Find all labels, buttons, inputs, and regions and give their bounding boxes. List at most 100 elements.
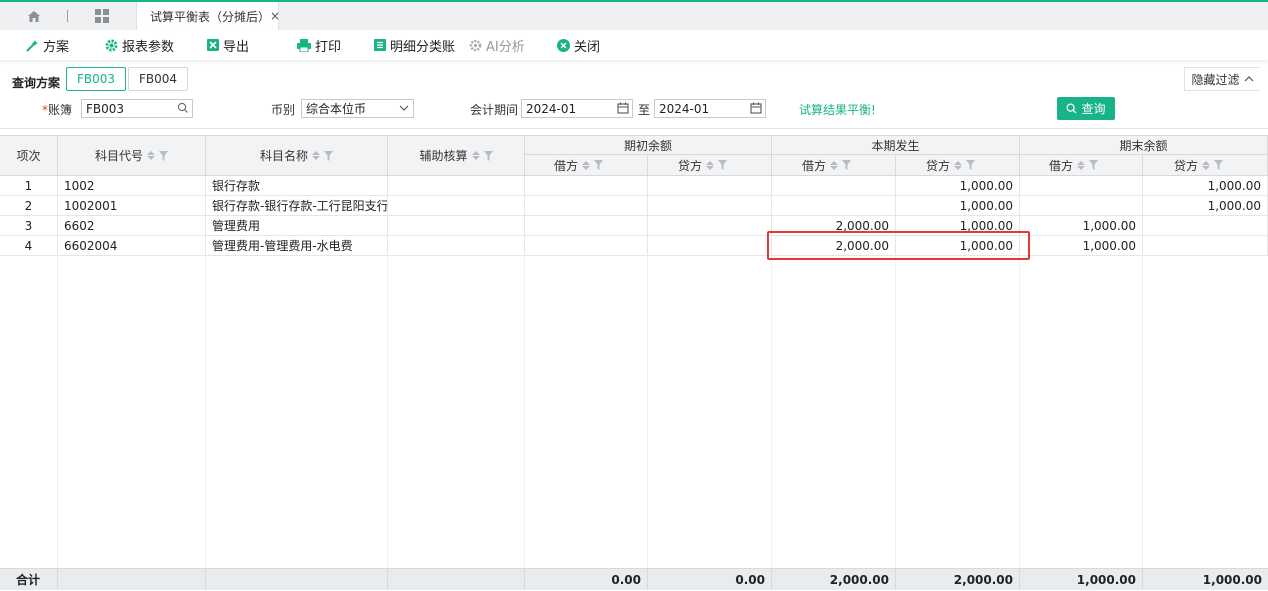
totals-close-debit: 1,000.00	[1020, 569, 1143, 590]
filter-funnel-icon[interactable]	[718, 160, 727, 170]
apps-grid-button[interactable]	[68, 2, 136, 30]
gear-icon	[105, 39, 118, 52]
totals-cur-credit: 2,000.00	[896, 569, 1020, 590]
cell-name: 管理费用-管理费用-水电费	[206, 236, 388, 255]
totals-row: 合计 0.00 0.00 2,000.00 2,000.00 1,000.00 …	[0, 568, 1268, 590]
col-header-cur-credit[interactable]: 贷方	[896, 155, 1020, 176]
table-row[interactable]: 2 1002001 银行存款-银行存款-工行昆阳支行... 1,000.00 1…	[0, 196, 1268, 216]
cell-open-credit	[648, 216, 772, 235]
cell-seq: 4	[0, 236, 58, 255]
cell-cur-credit: 1,000.00	[896, 236, 1020, 255]
sort-icon[interactable]	[582, 160, 590, 170]
cell-code: 1002001	[58, 196, 206, 215]
report-params-label: 报表参数	[122, 39, 175, 55]
calendar-icon[interactable]	[617, 101, 629, 115]
sort-icon[interactable]	[830, 160, 838, 170]
filter-funnel-icon[interactable]	[594, 160, 603, 170]
search-icon[interactable]	[177, 101, 189, 115]
table-row[interactable]: 1 1002 银行存款 1,000.00 1,000.00	[0, 176, 1268, 196]
printer-icon	[297, 38, 311, 52]
sort-icon[interactable]	[706, 160, 714, 170]
print-label: 打印	[315, 39, 342, 55]
cell-code: 6602004	[58, 236, 206, 255]
col-header-seq: 项次	[0, 136, 58, 176]
tab-bar: 试算平衡表（分摊后） ×	[0, 0, 1268, 30]
currency-value: 综合本位币	[306, 102, 367, 116]
sort-icon[interactable]	[954, 160, 962, 170]
period-to-input[interactable]: 2024-01	[654, 99, 766, 118]
sort-icon[interactable]	[312, 151, 320, 160]
ledger-value: FB003	[86, 101, 125, 116]
currency-select[interactable]: 综合本位币	[301, 99, 414, 118]
filter-divider	[0, 128, 1268, 129]
export-label: 导出	[223, 39, 250, 55]
filter-funnel-icon[interactable]	[966, 160, 975, 170]
detail-ledger-label: 明细分类账	[390, 39, 456, 55]
sort-icon[interactable]	[471, 151, 480, 160]
filter-funnel-icon[interactable]	[159, 150, 168, 161]
query-label: 查询	[1081, 102, 1106, 116]
table-row[interactable]: 4 6602004 管理费用-管理费用-水电费 2,000.00 1,000.0…	[0, 236, 1268, 256]
filter-funnel-icon[interactable]	[324, 150, 333, 161]
query-plan-label: 查询方案	[12, 76, 61, 90]
home-button[interactable]	[0, 2, 68, 30]
ai-analysis-button[interactable]: AI分析	[469, 30, 525, 60]
plan-option-fb003[interactable]: FB003	[66, 67, 127, 91]
totals-open-credit: 0.00	[648, 569, 772, 590]
cell-close-credit: 1,000.00	[1143, 196, 1268, 215]
print-button[interactable]: 打印	[297, 30, 341, 60]
query-button[interactable]: 查询	[1057, 97, 1115, 120]
cell-close-debit	[1020, 196, 1143, 215]
close-tab-icon[interactable]: ×	[270, 9, 280, 23]
col-header-aux[interactable]: 辅助核算	[388, 136, 525, 176]
col-header-open-credit[interactable]: 贷方	[648, 155, 772, 176]
col-group-opening: 期初余额	[525, 136, 772, 155]
detail-ledger-button[interactable]: 明细分类账	[374, 30, 455, 60]
cell-cur-debit	[772, 176, 896, 195]
filter-funnel-icon[interactable]	[483, 150, 493, 161]
cell-close-credit	[1143, 216, 1268, 235]
ledger-input[interactable]: FB003	[81, 99, 193, 118]
col-header-account-name[interactable]: 科目名称	[206, 136, 388, 176]
export-button[interactable]: 导出	[207, 30, 249, 60]
cell-seq: 1	[0, 176, 58, 195]
search-icon	[1066, 103, 1077, 114]
chevron-up-icon	[1244, 76, 1253, 82]
balance-status-text: 试算结果平衡!	[799, 103, 876, 117]
close-button[interactable]: 关闭	[557, 30, 600, 60]
col-header-account-code[interactable]: 科目代号	[58, 136, 206, 176]
col-header-close-credit[interactable]: 贷方	[1143, 155, 1268, 176]
cell-cur-debit	[772, 196, 896, 215]
cell-cur-debit: 2,000.00	[772, 216, 896, 235]
col-header-close-debit[interactable]: 借方	[1020, 155, 1143, 176]
report-params-button[interactable]: 报表参数	[105, 30, 174, 60]
ai-analysis-label: AI分析	[486, 39, 525, 55]
close-circle-icon	[557, 38, 570, 52]
cell-open-debit	[525, 216, 648, 235]
sort-icon[interactable]	[147, 151, 155, 160]
period-from-input[interactable]: 2024-01	[521, 99, 633, 118]
totals-open-debit: 0.00	[525, 569, 648, 590]
tab-trial-balance[interactable]: 试算平衡表（分摊后） ×	[136, 2, 280, 30]
calendar-icon[interactable]	[750, 101, 762, 115]
cell-cur-credit: 1,000.00	[896, 216, 1020, 235]
filter-funnel-icon[interactable]	[842, 160, 851, 170]
ai-gear-icon	[469, 39, 482, 52]
plan-button[interactable]: 方案	[26, 30, 69, 60]
plan-option-fb004[interactable]: FB004	[128, 67, 189, 91]
cell-name: 管理费用	[206, 216, 388, 235]
col-header-open-debit[interactable]: 借方	[525, 155, 648, 176]
sort-icon[interactable]	[1202, 160, 1210, 170]
wand-icon	[26, 39, 39, 52]
filter-funnel-icon[interactable]	[1214, 160, 1223, 170]
ledger-icon	[374, 39, 386, 51]
hide-filter-button[interactable]: 隐藏过滤	[1184, 67, 1260, 91]
home-icon	[28, 10, 40, 22]
cell-open-credit	[648, 196, 772, 215]
filter-funnel-icon[interactable]	[1089, 160, 1098, 170]
currency-label: 币别	[271, 103, 296, 117]
table-row[interactable]: 3 6602 管理费用 2,000.00 1,000.00 1,000.00	[0, 216, 1268, 236]
col-header-cur-debit[interactable]: 借方	[772, 155, 896, 176]
period-label: 会计期间	[470, 103, 519, 117]
sort-icon[interactable]	[1077, 160, 1085, 170]
